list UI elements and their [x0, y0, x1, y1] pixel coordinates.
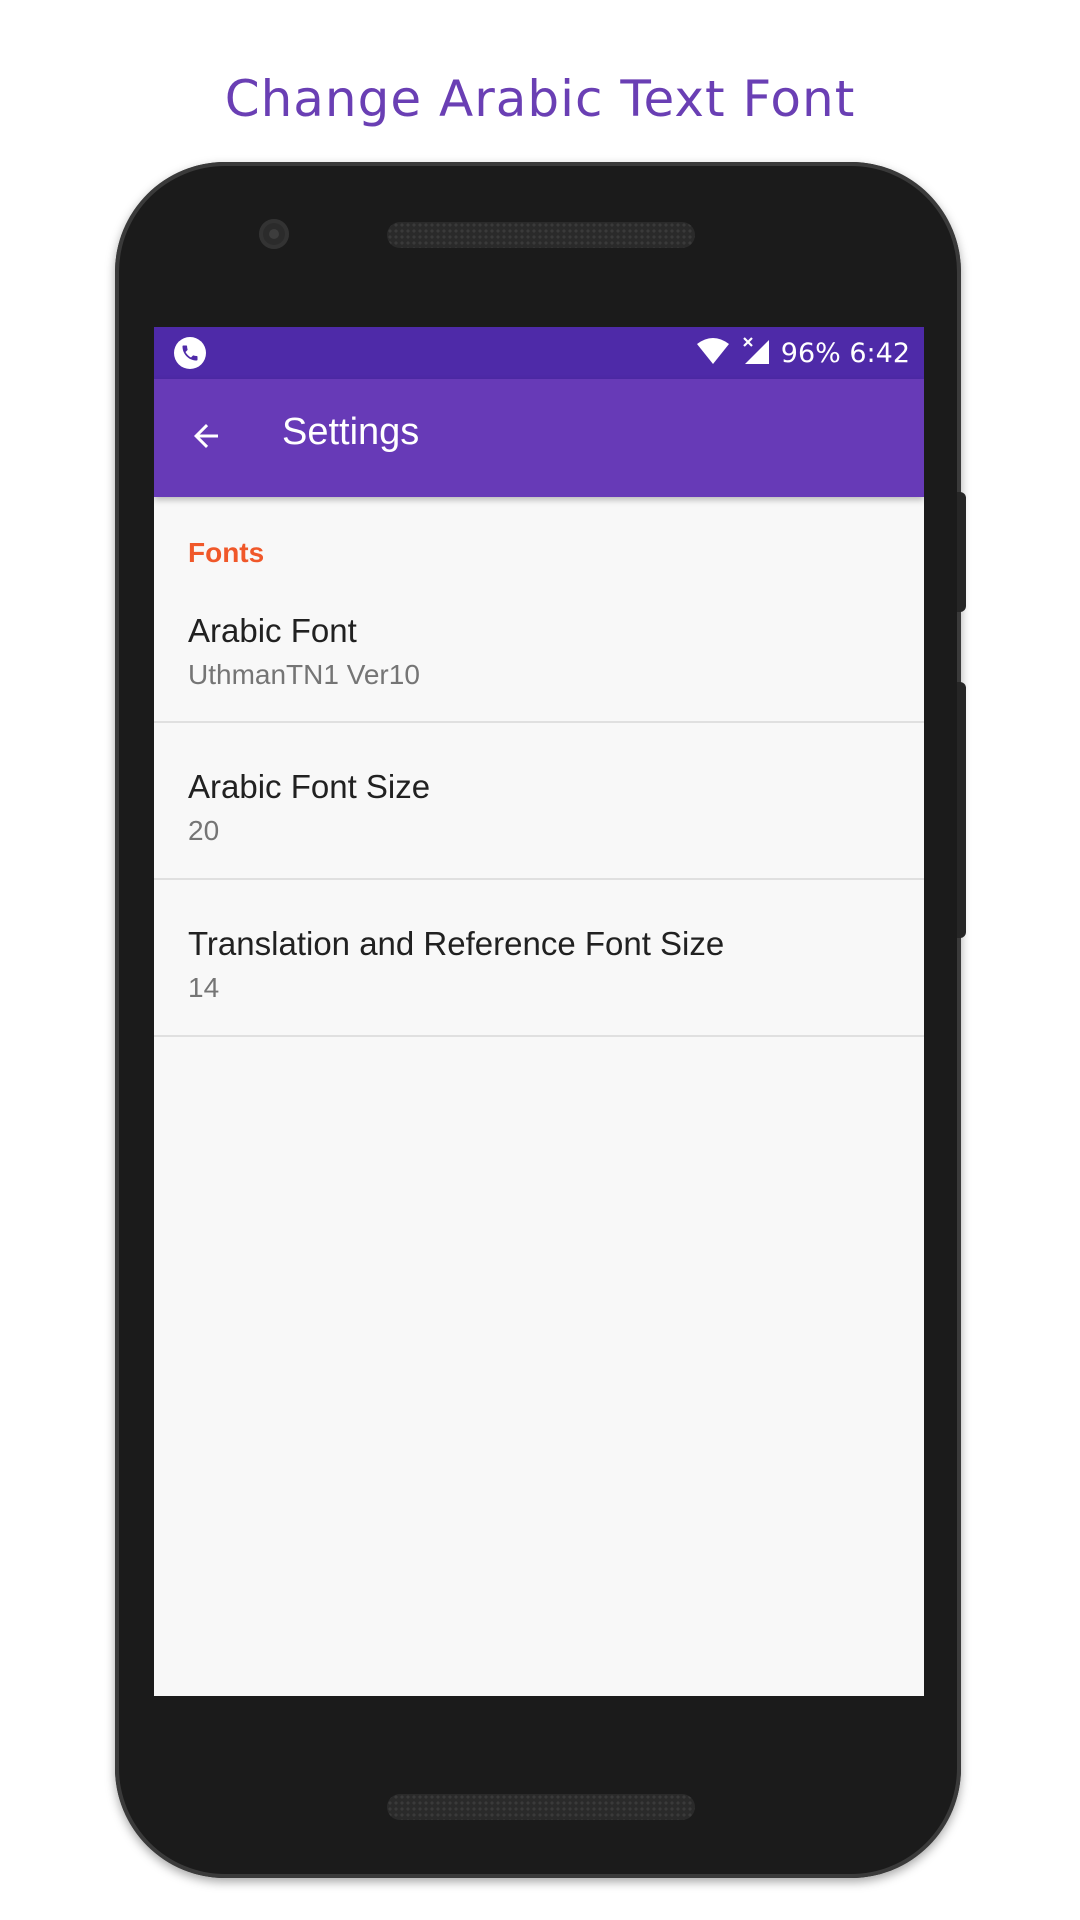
back-button[interactable] — [182, 414, 230, 462]
front-camera — [259, 219, 289, 249]
app-toolbar: Settings — [154, 379, 924, 497]
pref-summary: 20 — [188, 815, 220, 846]
pref-title: Arabic Font Size — [188, 768, 431, 805]
pref-translation-font-size[interactable]: Translation and Reference Font Size 14 — [154, 880, 924, 1037]
pref-arabic-font-size[interactable]: Arabic Font Size 20 — [154, 723, 924, 880]
pref-arabic-font[interactable]: Arabic Font UthmanTN1 Ver10 — [154, 579, 924, 723]
pref-summary: 14 — [188, 972, 220, 1003]
status-right-group: 96% 6:42 — [695, 327, 910, 379]
phone-screen: 96% 6:42 Settings Fonts Arabic Font Uthm… — [154, 327, 924, 1696]
bottom-speaker — [387, 1794, 695, 1820]
promo-canvas: Change Arabic Text Font 96% 6:42 Setting… — [0, 0, 1080, 1920]
pref-title: Arabic Font — [188, 612, 357, 649]
phone-call-icon — [174, 337, 206, 369]
signal-no-service-icon — [741, 336, 771, 371]
pref-summary: UthmanTN1 Ver10 — [188, 659, 420, 690]
category-title-fonts: Fonts — [188, 537, 265, 568]
top-speaker — [387, 222, 695, 248]
volume-button — [957, 682, 966, 938]
wifi-icon — [695, 336, 731, 371]
battery-time-text: 96% 6:42 — [780, 337, 910, 369]
arrow-back-icon — [188, 418, 224, 459]
promo-headline: Change Arabic Text Font — [224, 70, 856, 128]
status-bar: 96% 6:42 — [154, 327, 924, 379]
settings-list: Fonts Arabic Font UthmanTN1 Ver10 Arabic… — [154, 497, 924, 1037]
page-title: Settings — [282, 411, 420, 453]
power-button — [957, 492, 966, 612]
pref-title: Translation and Reference Font Size — [188, 925, 725, 962]
